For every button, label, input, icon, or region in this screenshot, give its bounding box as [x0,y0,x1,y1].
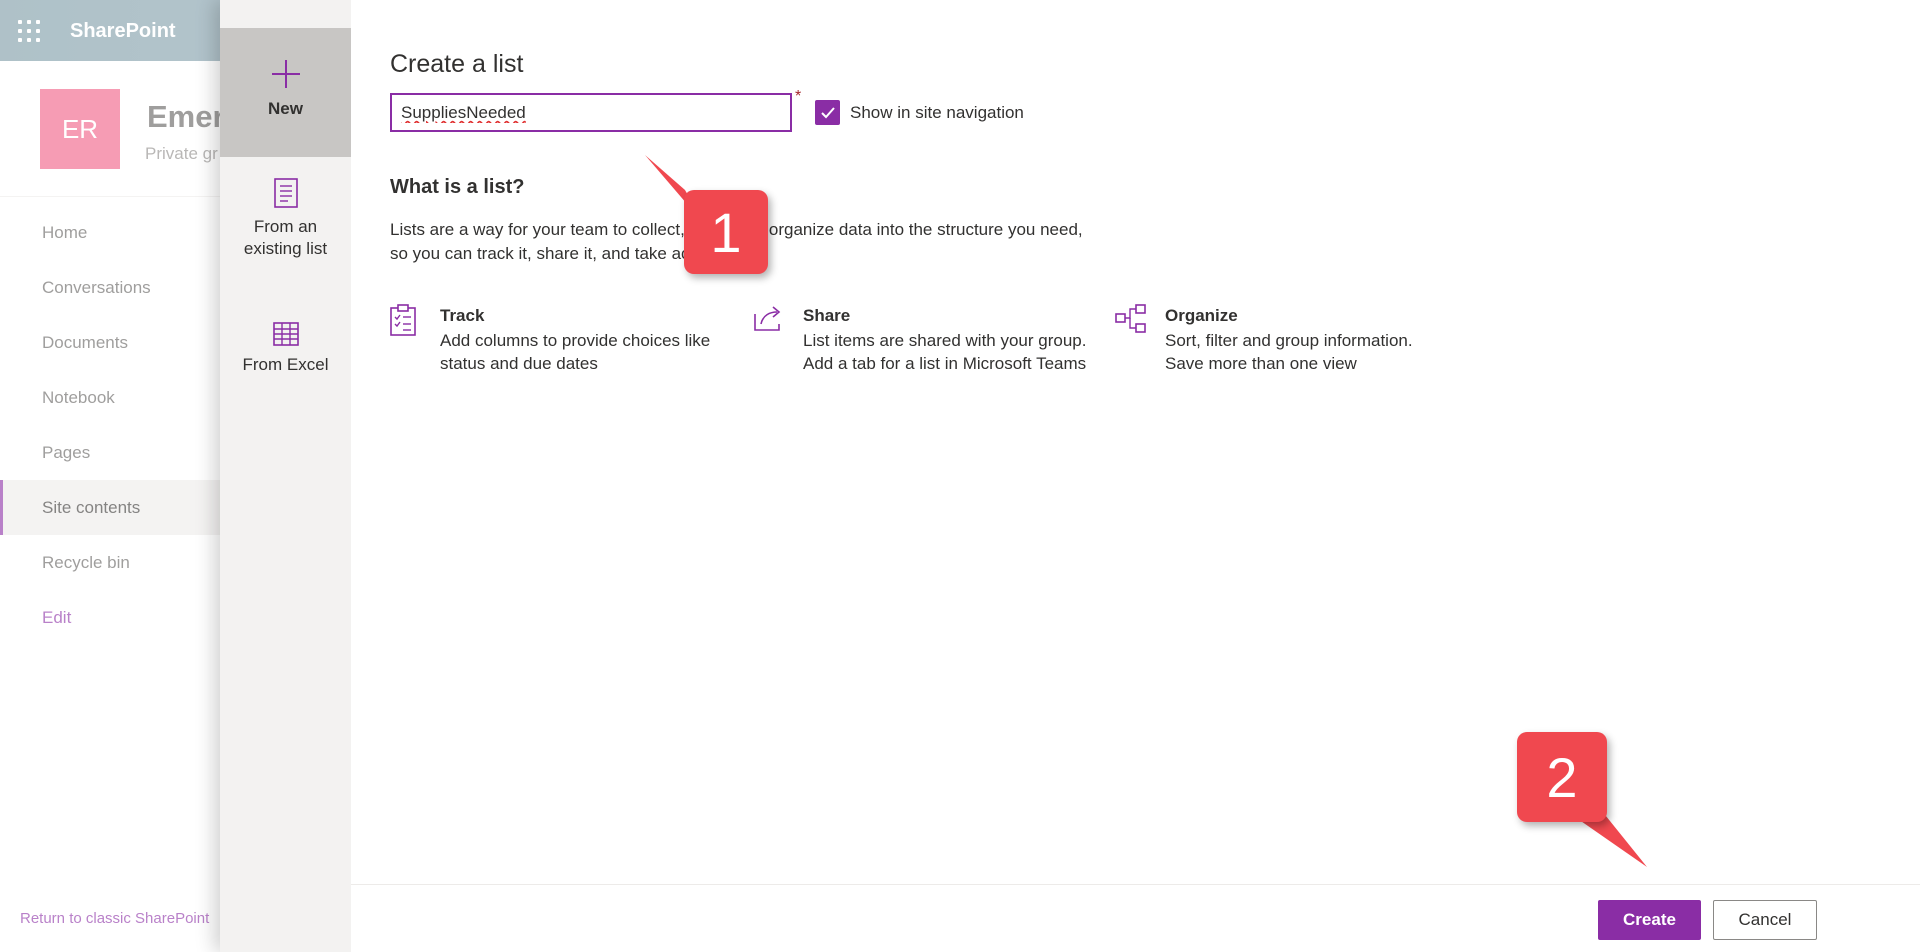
feature-track-desc: Add columns to provide choices like stat… [440,331,711,373]
show-in-nav-checkbox[interactable] [815,100,840,125]
clipboard-checklist-icon [390,304,416,336]
feature-organize-title: Organize [1165,306,1238,325]
rail-new[interactable]: New [220,28,351,157]
create-source-rail: New From an existing list From Excel [220,0,351,952]
step-2-badge: 2 [1517,732,1607,822]
table-grid-icon [272,322,299,346]
rail-from-existing-list[interactable]: From an existing list [220,178,351,260]
list-document-icon [273,178,298,208]
feature-organize-desc: Sort, filter and group information. Save… [1165,331,1413,373]
feature-track-title: Track [440,306,485,325]
step-2-callout: 2 [1515,730,1655,870]
org-chart-icon [1115,304,1146,333]
create-list-form: Create a list * Show in site navigation … [351,0,1920,952]
required-marker: * [795,88,802,105]
feature-share-desc: List items are shared with your group. A… [803,331,1087,373]
show-in-nav-label[interactable]: Show in site navigation [850,103,1024,123]
panel-heading: Create a list [390,50,524,78]
panel-footer: Create Cancel [351,884,1920,952]
rail-excel-label: From Excel [242,355,329,374]
create-list-panel: New From an existing list From Excel Cre… [220,0,1920,952]
list-name-input[interactable] [390,93,792,132]
create-button[interactable]: Create [1598,900,1701,940]
step-1-badge: 1 [684,190,768,274]
what-is-a-list-heading: What is a list? [390,176,525,198]
cancel-button[interactable]: Cancel [1713,900,1817,940]
plus-icon [271,60,300,88]
step-1-callout: 1 [640,150,770,280]
checkmark-icon [820,106,835,118]
rail-from-excel[interactable]: From Excel [220,322,351,376]
rail-new-label: New [268,99,303,118]
share-icon [754,306,781,331]
rail-existing-label: From an existing list [243,217,328,258]
feature-share-title: Share [803,306,851,325]
